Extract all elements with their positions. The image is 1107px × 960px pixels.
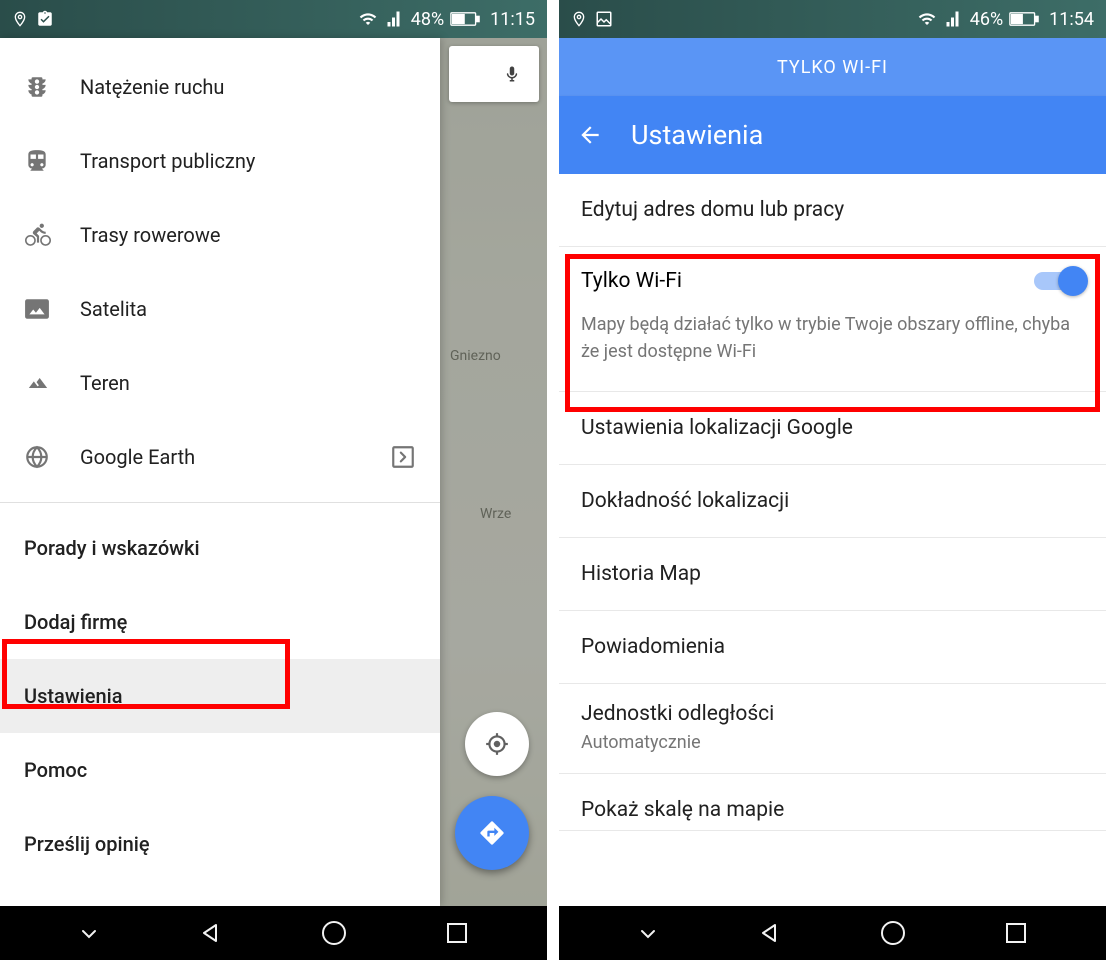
drawer-label: Ustawienia: [24, 684, 416, 708]
divider: [0, 502, 440, 503]
drawer-label: Transport publiczny: [80, 149, 416, 173]
status-time: 11:54: [1049, 9, 1094, 30]
signal-icon: [944, 10, 964, 28]
offline-areas-link[interactable]: Twoje obszary offline: [845, 314, 1014, 335]
android-nav-bar: [559, 906, 1106, 960]
navigation-drawer: Natężenie ruchu Transport publiczny Tras…: [0, 38, 440, 906]
nav-more-icon[interactable]: [638, 926, 658, 940]
phone-right: 46% 11:54 TYLKO WI-FI Ustawienia Edytuj …: [559, 0, 1106, 960]
map-label-wrze: Wrze: [480, 506, 511, 522]
drawer-item-feedback[interactable]: Prześlij opinię: [0, 807, 440, 881]
drawer-label: Google Earth: [80, 445, 390, 469]
setting-maps-history[interactable]: Historia Map: [559, 538, 1106, 611]
drawer-label: Teren: [80, 371, 416, 395]
page-title: Ustawienia: [631, 119, 763, 151]
drawer-label: Porady i wskazówki: [24, 536, 416, 560]
clipboard-icon: [36, 9, 54, 29]
drawer-label: Dodaj firmę: [24, 610, 416, 634]
drawer-item-cycling[interactable]: Trasy rowerowe: [0, 198, 440, 272]
drawer-item-tips[interactable]: Porady i wskazówki: [0, 511, 440, 585]
signal-icon: [385, 10, 405, 28]
drawer-label: Pomoc: [24, 758, 416, 782]
wifi-only-banner: TYLKO WI-FI: [559, 38, 1106, 96]
setting-wifi-only[interactable]: Tylko Wi-Fi Mapy będą działać tylko w tr…: [559, 247, 1106, 392]
setting-distance-units[interactable]: Jednostki odległości Automatycznie: [559, 684, 1106, 774]
wifi-icon: [916, 10, 938, 28]
nav-back-icon[interactable]: [198, 921, 222, 945]
wifi-description: Mapy będą działać tylko w trybie Twoje o…: [581, 311, 1084, 365]
setting-show-scale[interactable]: Pokaż skalę na mapie: [559, 774, 1106, 831]
export-icon: [390, 444, 416, 470]
earth-icon: [24, 444, 80, 470]
directions-fab[interactable]: [455, 796, 529, 870]
status-bar: 48% 11:15: [0, 0, 547, 38]
drawer-item-traffic[interactable]: Natężenie ruchu: [0, 50, 440, 124]
setting-edit-address[interactable]: Edytuj adres domu lub pracy: [559, 174, 1106, 247]
battery-percent: 48%: [411, 9, 444, 30]
back-button[interactable]: [577, 122, 603, 148]
setting-label: Powiadomienia: [581, 635, 725, 659]
setting-label: Dokładność lokalizacji: [581, 489, 789, 513]
terrain-icon: [24, 373, 80, 393]
map-label-gniezno: Gniezno: [450, 348, 501, 364]
drawer-item-satellite[interactable]: Satelita: [0, 272, 440, 346]
drawer-label: Natężenie ruchu: [80, 75, 416, 99]
nav-more-icon[interactable]: [79, 926, 99, 940]
setting-label: Tylko Wi-Fi: [581, 269, 1034, 293]
bike-icon: [24, 222, 80, 248]
setting-label: Edytuj adres domu lub pracy: [581, 198, 844, 222]
phone-left: 48% 11:15 Gniezno Wrze Natężenie ruchu T…: [0, 0, 547, 960]
setting-label: Pokaż skalę na mapie: [581, 798, 784, 822]
setting-location-accuracy[interactable]: Dokładność lokalizacji: [559, 465, 1106, 538]
drawer-item-terrain[interactable]: Teren: [0, 346, 440, 420]
image-icon: [24, 296, 80, 322]
location-icon: [571, 9, 587, 29]
banner-text: TYLKO WI-FI: [777, 57, 888, 78]
nav-recent-icon[interactable]: [1005, 922, 1027, 944]
setting-label: Ustawienia lokalizacji Google: [581, 416, 853, 440]
app-bar: Ustawienia: [559, 96, 1106, 174]
wifi-toggle[interactable]: [1034, 272, 1084, 290]
wifi-icon: [357, 10, 379, 28]
drawer-item-help[interactable]: Pomoc: [0, 733, 440, 807]
train-icon: [24, 148, 80, 174]
image-small-icon: [595, 10, 613, 28]
setting-label: Historia Map: [581, 562, 701, 586]
nav-home-icon[interactable]: [321, 920, 347, 946]
my-location-button[interactable]: [465, 712, 529, 776]
setting-google-location[interactable]: Ustawienia lokalizacji Google: [559, 392, 1106, 465]
drawer-item-earth[interactable]: Google Earth: [0, 420, 440, 494]
battery-icon: [450, 11, 480, 27]
search-voice-button[interactable]: [449, 46, 539, 102]
battery-icon: [1009, 11, 1039, 27]
status-time: 11:15: [490, 9, 535, 30]
location-icon: [12, 9, 28, 29]
drawer-label: Satelita: [80, 297, 416, 321]
traffic-icon: [24, 74, 80, 100]
map-peek[interactable]: Gniezno Wrze: [440, 38, 547, 906]
battery-percent: 46%: [970, 9, 1003, 30]
status-bar: 46% 11:54: [559, 0, 1106, 38]
drawer-item-transit[interactable]: Transport publiczny: [0, 124, 440, 198]
nav-recent-icon[interactable]: [446, 922, 468, 944]
drawer-item-add-business[interactable]: Dodaj firmę: [0, 585, 440, 659]
setting-label: Jednostki odległości: [581, 702, 1084, 726]
setting-value: Automatycznie: [581, 730, 1084, 755]
drawer-item-settings[interactable]: Ustawienia: [0, 659, 440, 733]
nav-back-icon[interactable]: [757, 921, 781, 945]
android-nav-bar: [0, 906, 547, 960]
drawer-label: Trasy rowerowe: [80, 223, 416, 247]
setting-notifications[interactable]: Powiadomienia: [559, 611, 1106, 684]
nav-home-icon[interactable]: [880, 920, 906, 946]
settings-list: Edytuj adres domu lub pracy Tylko Wi-Fi …: [559, 174, 1106, 906]
drawer-label: Prześlij opinię: [24, 832, 416, 856]
